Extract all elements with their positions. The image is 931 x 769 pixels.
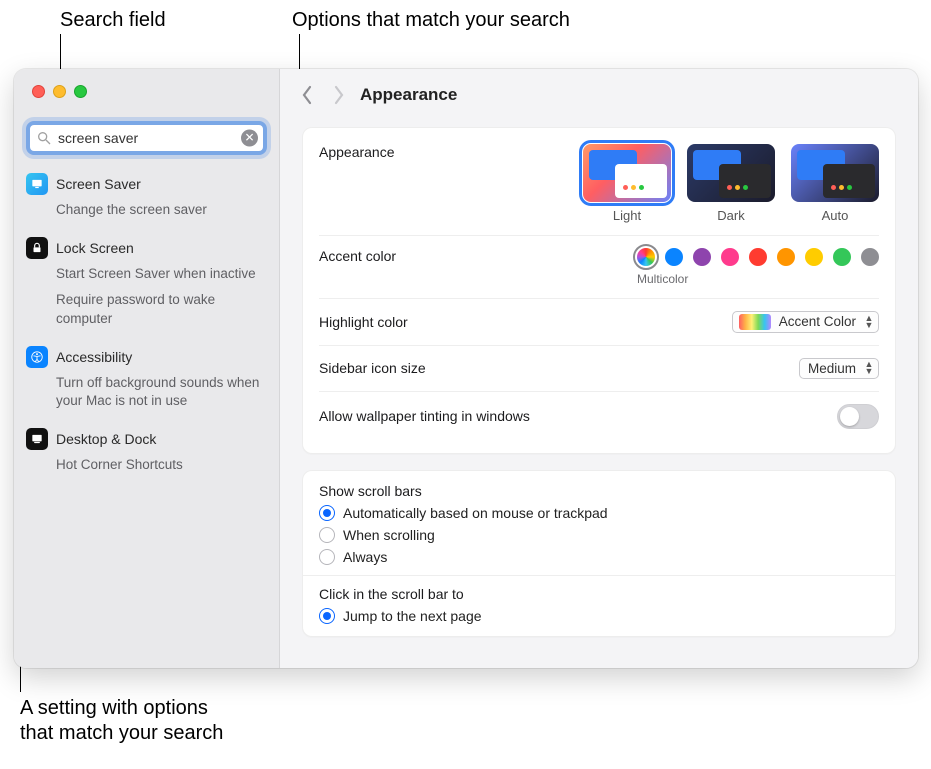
result-group-accessibility[interactable]: Accessibility Turn off background sounds… — [14, 346, 279, 410]
result-subitem[interactable]: Change the screen saver — [56, 201, 267, 219]
result-subitem[interactable]: Start Screen Saver when inactive — [56, 265, 267, 283]
accent-swatch-pink[interactable] — [721, 248, 739, 266]
nav-buttons — [300, 85, 346, 105]
appearance-label: Appearance — [319, 144, 395, 160]
radio-label: When scrolling — [343, 527, 435, 543]
radio-icon — [319, 505, 335, 521]
result-title: Screen Saver — [56, 176, 141, 192]
scrollbars-option-auto[interactable]: Automatically based on mouse or trackpad — [319, 505, 879, 521]
radio-label: Automatically based on mouse or trackpad — [343, 505, 608, 521]
appearance-mode-label: Dark — [687, 208, 775, 223]
page-title: Appearance — [360, 85, 457, 105]
appearance-mode-auto[interactable]: Auto — [791, 144, 879, 223]
search-input[interactable] — [30, 125, 263, 151]
radio-icon — [319, 527, 335, 543]
main-content: Appearance Appearance Light Dark — [280, 69, 918, 668]
minimize-icon[interactable] — [53, 85, 66, 98]
appearance-mode-light[interactable]: Light — [583, 144, 671, 223]
appearance-mode-set: Light Dark Auto — [583, 144, 879, 223]
result-title: Desktop & Dock — [56, 431, 156, 447]
scrollbars-options: Automatically based on mouse or trackpad… — [319, 505, 879, 565]
highlight-label: Highlight color — [319, 314, 408, 330]
scrollbars-card: Show scroll bars Automatically based on … — [302, 470, 896, 637]
click-scroll-label: Click in the scroll bar to — [319, 586, 879, 602]
radio-label: Always — [343, 549, 387, 565]
forward-button[interactable] — [332, 85, 346, 105]
accent-swatch-red[interactable] — [749, 248, 767, 266]
result-subitem[interactable]: Turn off background sounds when your Mac… — [56, 374, 267, 410]
callout-matching-setting-l2: that match your search — [20, 721, 223, 746]
result-group-lock-screen[interactable]: Lock Screen Start Screen Saver when inac… — [14, 237, 279, 328]
chevron-updown-icon: ▲▼ — [864, 315, 874, 329]
search-field[interactable]: ✕ — [26, 121, 267, 155]
desktop-dock-icon — [26, 428, 48, 450]
search-results: Screen Saver Change the screen saver Loc… — [14, 173, 279, 475]
accent-swatch-yellow[interactable] — [805, 248, 823, 266]
sidebar-icon-size-popup[interactable]: Medium ▲▼ — [799, 358, 879, 379]
system-settings-window: ✕ Screen Saver Change the screen saver L… — [14, 69, 918, 668]
highlight-value: Accent Color — [779, 314, 856, 329]
accent-swatch-purple[interactable] — [693, 248, 711, 266]
result-title: Lock Screen — [56, 240, 134, 256]
appearance-card: Appearance Light Dark Auto — [302, 127, 896, 454]
highlight-gradient-icon — [739, 314, 771, 330]
click-scroll-option-next-page[interactable]: Jump to the next page — [319, 608, 879, 624]
sidebar: ✕ Screen Saver Change the screen saver L… — [14, 69, 280, 668]
sidebar-icon-size-value: Medium — [808, 361, 856, 376]
scrollbars-option-when-scrolling[interactable]: When scrolling — [319, 527, 879, 543]
chevron-updown-icon: ▲▼ — [864, 361, 874, 375]
accent-caption: Multicolor — [637, 272, 688, 286]
accent-swatch-graphite[interactable] — [861, 248, 879, 266]
wallpaper-tinting-label: Allow wallpaper tinting in windows — [319, 408, 530, 424]
accent-swatch-multicolor[interactable] — [637, 248, 655, 266]
result-subitem[interactable]: Hot Corner Shortcuts — [56, 456, 267, 474]
result-group-screen-saver[interactable]: Screen Saver Change the screen saver — [14, 173, 279, 219]
radio-label: Jump to the next page — [343, 608, 482, 624]
scrollbars-option-always[interactable]: Always — [319, 549, 879, 565]
back-button[interactable] — [300, 85, 314, 105]
radio-icon — [319, 549, 335, 565]
appearance-mode-label: Light — [583, 208, 671, 223]
accessibility-icon — [26, 346, 48, 368]
scrollbars-label: Show scroll bars — [319, 483, 879, 499]
radio-icon — [319, 608, 335, 624]
accent-swatch-blue[interactable] — [665, 248, 683, 266]
click-scroll-options: Jump to the next page — [319, 608, 879, 624]
accent-swatch-orange[interactable] — [777, 248, 795, 266]
appearance-mode-dark[interactable]: Dark — [687, 144, 775, 223]
appearance-mode-label: Auto — [791, 208, 879, 223]
toolbar: Appearance — [280, 69, 918, 121]
window-controls — [32, 85, 87, 98]
accent-swatch-green[interactable] — [833, 248, 851, 266]
callout-matching-setting-l1: A setting with options — [20, 696, 208, 721]
accent-label: Accent color — [319, 248, 396, 264]
wallpaper-tinting-toggle[interactable] — [837, 404, 879, 429]
callout-matching-options: Options that match your search — [292, 8, 570, 33]
accent-swatches — [637, 248, 879, 266]
result-group-desktop-dock[interactable]: Desktop & Dock Hot Corner Shortcuts — [14, 428, 279, 474]
screen-saver-icon — [26, 173, 48, 195]
lock-icon — [26, 237, 48, 259]
settings-content: Appearance Light Dark Auto — [280, 121, 918, 668]
highlight-popup[interactable]: Accent Color ▲▼ — [732, 311, 879, 333]
search-icon — [36, 130, 52, 146]
sidebar-icon-size-label: Sidebar icon size — [319, 360, 426, 376]
result-subitem[interactable]: Require password to wake computer — [56, 291, 267, 327]
callout-search-field: Search field — [60, 8, 166, 33]
close-icon[interactable] — [32, 85, 45, 98]
clear-search-button[interactable]: ✕ — [241, 130, 258, 147]
zoom-icon[interactable] — [74, 85, 87, 98]
result-title: Accessibility — [56, 349, 132, 365]
